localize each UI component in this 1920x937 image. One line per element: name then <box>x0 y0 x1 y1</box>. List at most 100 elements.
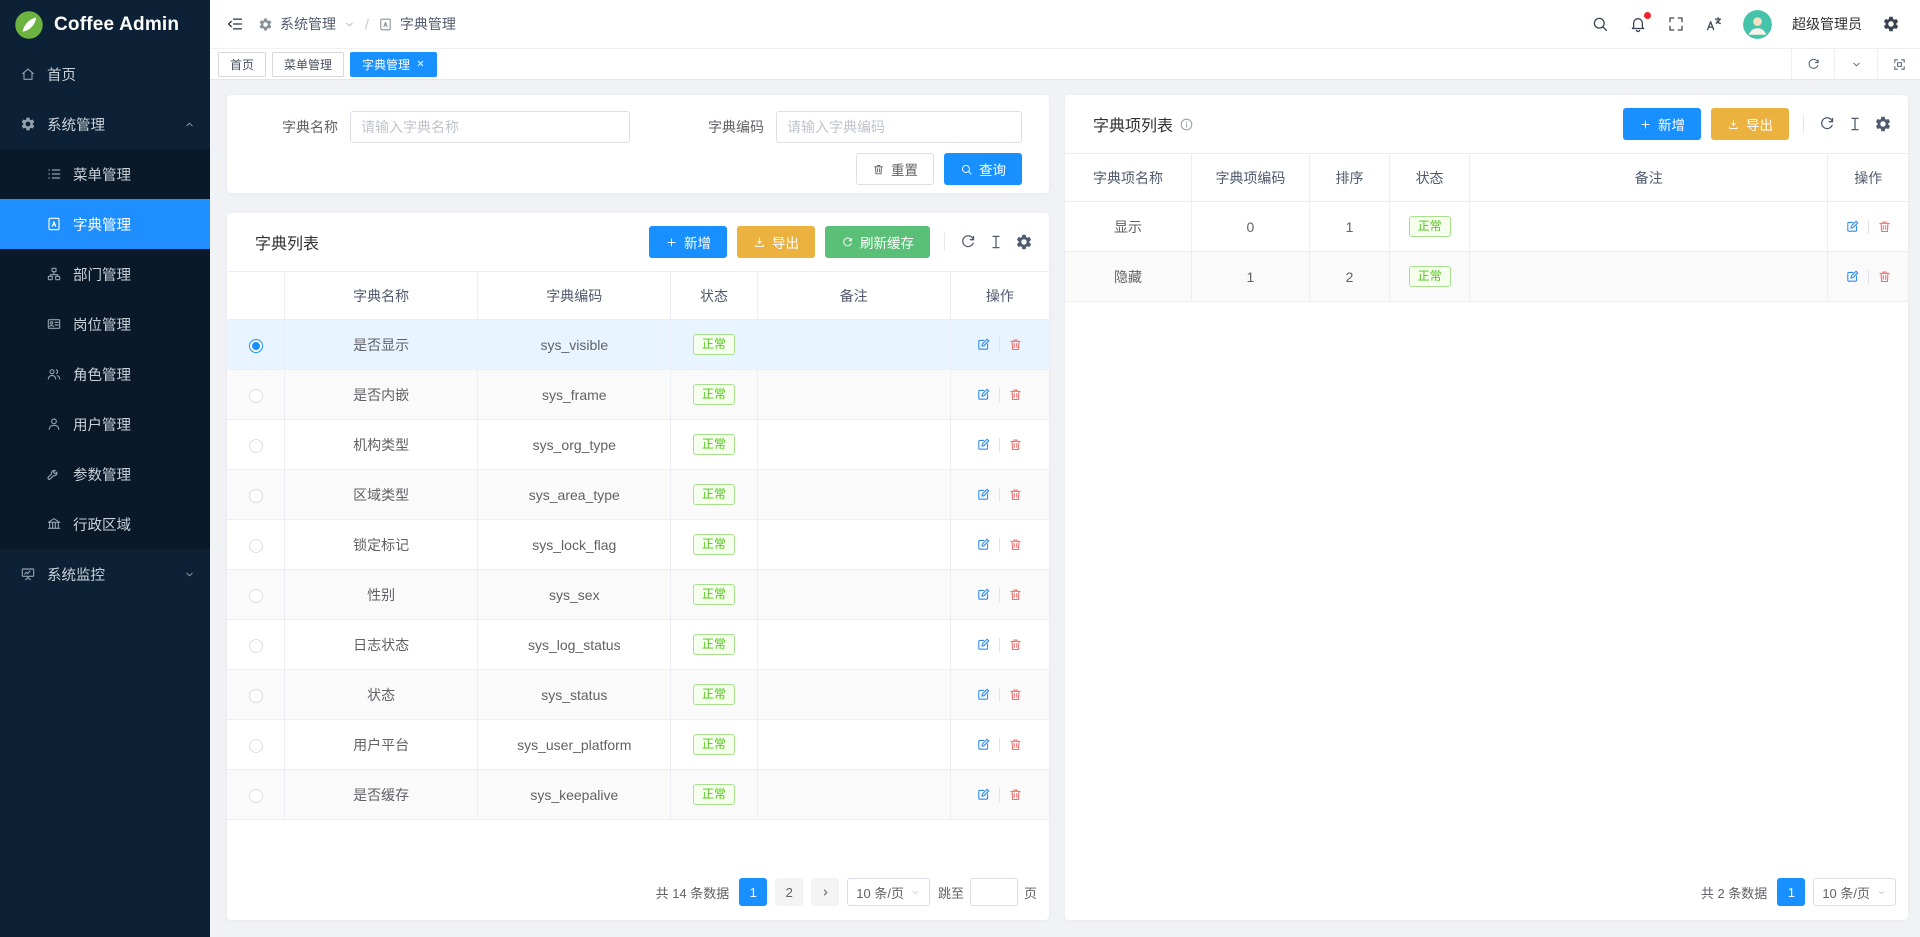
row-radio[interactable] <box>249 689 263 703</box>
translate-icon[interactable] <box>1705 15 1723 33</box>
delete-row-button[interactable] <box>1008 637 1023 652</box>
sidebar-item-param-management[interactable]: 参数管理 <box>0 449 210 499</box>
sidebar-item-admin-region[interactable]: 行政区域 <box>0 499 210 549</box>
search-form-card: 字典名称 字典编码 重置 <box>227 95 1049 193</box>
add-dict-button[interactable]: 新增 <box>649 226 727 258</box>
export-dict-button[interactable]: 导出 <box>737 226 815 258</box>
row-radio[interactable] <box>249 389 263 403</box>
row-radio[interactable] <box>249 339 263 353</box>
edit-row-button[interactable] <box>976 587 991 602</box>
fullscreen-icon[interactable] <box>1667 15 1685 33</box>
delete-row-button[interactable] <box>1008 387 1023 402</box>
table-row[interactable]: 锁定标记 sys_lock_flag 正常 <box>227 520 1049 570</box>
sidebar-item-system-management[interactable]: 系统管理 <box>0 99 210 149</box>
remark-cell <box>1470 202 1828 252</box>
avatar[interactable] <box>1743 10 1772 39</box>
tab-dict-management[interactable]: 字典管理 <box>350 52 437 77</box>
dict-name-input[interactable] <box>350 111 630 143</box>
query-button[interactable]: 查询 <box>944 153 1022 185</box>
delete-row-button[interactable] <box>1877 219 1892 234</box>
delete-row-button[interactable] <box>1008 487 1023 502</box>
table-row[interactable]: 隐藏 1 2 正常 <box>1065 252 1908 302</box>
row-radio[interactable] <box>249 589 263 603</box>
sidebar-item-home[interactable]: 首页 <box>0 49 210 99</box>
brand[interactable]: Coffee Admin <box>0 0 210 49</box>
sidebar-item-role-management[interactable]: 角色管理 <box>0 349 210 399</box>
row-radio[interactable] <box>249 639 263 653</box>
sidebar-item-post-management[interactable]: 岗位管理 <box>0 299 210 349</box>
tab-menu-management[interactable]: 菜单管理 <box>272 52 344 77</box>
refresh-icon[interactable] <box>1791 49 1834 79</box>
notification-bell-icon[interactable] <box>1629 15 1647 33</box>
row-radio[interactable] <box>249 789 263 803</box>
dict-code-input[interactable] <box>776 111 1022 143</box>
table-row[interactable]: 是否显示 sys_visible 正常 <box>227 320 1049 370</box>
table-row[interactable]: 机构类型 sys_org_type 正常 <box>227 420 1049 470</box>
refresh-cache-button[interactable]: 刷新缓存 <box>825 226 930 258</box>
refresh-icon[interactable] <box>1818 115 1836 133</box>
delete-row-button[interactable] <box>1008 687 1023 702</box>
delete-row-button[interactable] <box>1008 787 1023 802</box>
row-radio[interactable] <box>249 539 263 553</box>
page-button-1[interactable]: 1 <box>739 878 767 906</box>
sidebar-item-dept-management[interactable]: 部门管理 <box>0 249 210 299</box>
edit-row-button[interactable] <box>976 387 991 402</box>
settings-gear-icon[interactable] <box>1882 15 1900 33</box>
chevron-down-icon[interactable] <box>1834 49 1877 79</box>
edit-row-button[interactable] <box>976 637 991 652</box>
delete-row-button[interactable] <box>1877 269 1892 284</box>
row-radio[interactable] <box>249 439 263 453</box>
delete-row-button[interactable] <box>1008 537 1023 552</box>
table-row[interactable]: 是否缓存 sys_keepalive 正常 <box>227 770 1049 820</box>
page-button-1[interactable]: 1 <box>1777 878 1805 906</box>
edit-row-button[interactable] <box>976 787 991 802</box>
jump-suffix: 页 <box>1024 883 1037 902</box>
sidebar-item-menu-management[interactable]: 菜单管理 <box>0 149 210 199</box>
edit-row-button[interactable] <box>976 737 991 752</box>
row-density-icon[interactable] <box>1846 115 1864 133</box>
next-page-button[interactable] <box>811 878 839 906</box>
jump-page-input[interactable] <box>970 878 1018 906</box>
breadcrumb-root[interactable]: 系统管理 <box>280 14 336 34</box>
tab-home[interactable]: 首页 <box>218 52 266 77</box>
table-row[interactable]: 性别 sys_sex 正常 <box>227 570 1049 620</box>
page-button-2[interactable]: 2 <box>775 878 803 906</box>
column-settings-gear-icon[interactable] <box>1874 115 1892 133</box>
sidebar-item-system-monitor[interactable]: 系统监控 <box>0 549 210 599</box>
delete-row-button[interactable] <box>1008 437 1023 452</box>
edit-row-button[interactable] <box>976 537 991 552</box>
row-density-icon[interactable] <box>987 233 1005 251</box>
row-radio[interactable] <box>249 489 263 503</box>
edit-row-button[interactable] <box>976 687 991 702</box>
sidebar-item-dict-management[interactable]: 字典管理 <box>0 199 210 249</box>
table-row[interactable]: 显示 0 1 正常 <box>1065 202 1908 252</box>
reset-button[interactable]: 重置 <box>856 153 934 185</box>
sidebar-item-user-management[interactable]: 用户管理 <box>0 399 210 449</box>
row-radio[interactable] <box>249 739 263 753</box>
edit-row-button[interactable] <box>976 337 991 352</box>
search-icon[interactable] <box>1591 15 1609 33</box>
page-size-select[interactable]: 10 条/页 <box>847 878 930 906</box>
page-size-select[interactable]: 10 条/页 <box>1813 878 1896 906</box>
add-dict-item-button[interactable]: 新增 <box>1623 108 1701 140</box>
table-row[interactable]: 用户平台 sys_user_platform 正常 <box>227 720 1049 770</box>
close-icon[interactable] <box>416 57 425 71</box>
column-settings-gear-icon[interactable] <box>1015 233 1033 251</box>
edit-row-button[interactable] <box>976 487 991 502</box>
table-row[interactable]: 状态 sys_status 正常 <box>227 670 1049 720</box>
delete-row-button[interactable] <box>1008 587 1023 602</box>
table-row[interactable]: 日志状态 sys_log_status 正常 <box>227 620 1049 670</box>
delete-row-button[interactable] <box>1008 737 1023 752</box>
maximize-icon[interactable] <box>1877 49 1920 79</box>
menu-fold-icon[interactable] <box>226 15 244 33</box>
delete-row-button[interactable] <box>1008 337 1023 352</box>
refresh-icon[interactable] <box>959 233 977 251</box>
table-row[interactable]: 区域类型 sys_area_type 正常 <box>227 470 1049 520</box>
edit-row-button[interactable] <box>1845 219 1860 234</box>
dict-list-title: 字典列表 <box>255 230 319 254</box>
table-row[interactable]: 是否内嵌 sys_frame 正常 <box>227 370 1049 420</box>
username[interactable]: 超级管理员 <box>1792 14 1862 34</box>
edit-row-button[interactable] <box>1845 269 1860 284</box>
edit-row-button[interactable] <box>976 437 991 452</box>
export-dict-item-button[interactable]: 导出 <box>1711 108 1789 140</box>
